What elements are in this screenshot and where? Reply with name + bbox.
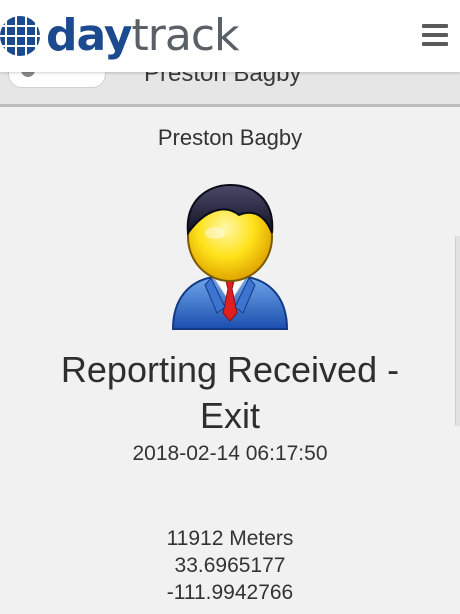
sub-bar-title: Preston Bagby bbox=[144, 72, 302, 87]
daytrack-logo[interactable]: daytrack bbox=[0, 8, 239, 64]
event-title: Reporting Received - Exit bbox=[60, 349, 400, 436]
logo-day-text: day bbox=[46, 10, 133, 61]
globe-logo-icon bbox=[0, 16, 40, 56]
event-timestamp: 2018-02-14 06:17:50 bbox=[132, 442, 328, 465]
distance-value: 11912 Meters bbox=[166, 527, 294, 550]
report-detail: Preston Bagby Reporting Received - Exit … bbox=[0, 107, 460, 606]
user-avatar-icon bbox=[171, 183, 289, 330]
scroll-edge-indicator[interactable] bbox=[455, 236, 460, 426]
latitude-value: 33.6965177 bbox=[174, 554, 286, 577]
back-button[interactable] bbox=[8, 72, 106, 88]
longitude-value: -111.9942766 bbox=[166, 581, 294, 604]
sub-header-bar: Preston Bagby bbox=[0, 72, 460, 107]
location-details: 11912 Meters 33.6965177 -111.9942766 bbox=[0, 525, 460, 606]
logo-track-text: track bbox=[131, 10, 240, 61]
hamburger-menu-icon[interactable] bbox=[422, 24, 448, 50]
app-header: daytrack bbox=[0, 0, 460, 72]
logo-wordmark: daytrack bbox=[46, 14, 239, 58]
user-name: Preston Bagby bbox=[157, 125, 303, 150]
back-button-icon bbox=[21, 72, 35, 77]
